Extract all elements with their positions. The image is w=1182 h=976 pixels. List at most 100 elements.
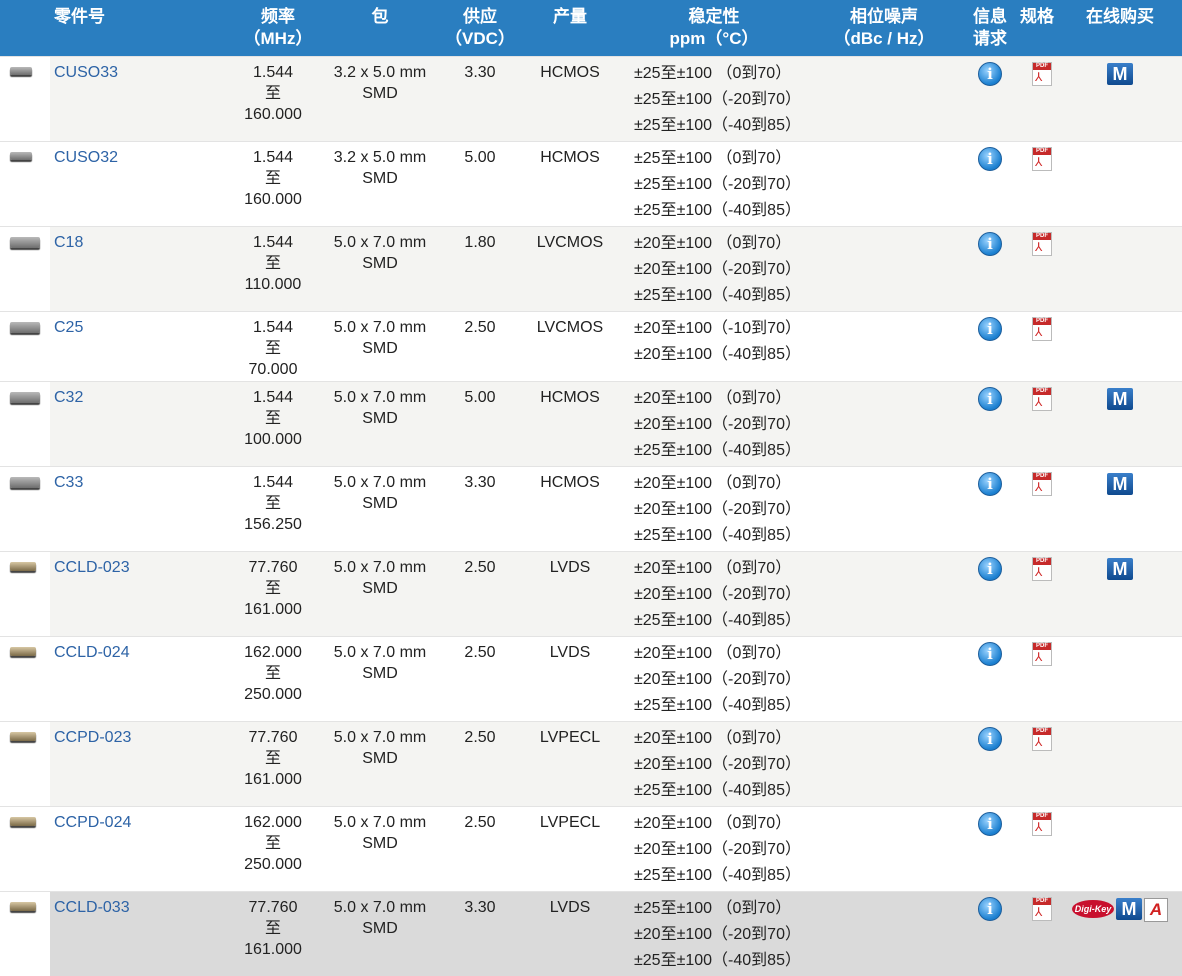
stability-cell: ±20至±100 （0到70） ±20至±100（-20到70） ±25至±100（…	[620, 721, 808, 806]
part-number-cell: CCPD-023	[50, 721, 236, 806]
frequency-line: 161.000	[244, 600, 302, 618]
package-line: 5.0 x 7.0 mm	[333, 728, 427, 746]
frequency-cell: 1.544 至 160.000	[236, 141, 320, 226]
info-icon[interactable]: i	[978, 726, 1002, 751]
pdf-glyph: ⅄	[1035, 479, 1043, 494]
arrow-logo-icon[interactable]: A	[1144, 897, 1168, 922]
pdf-icon[interactable]: PDF ⅄	[1032, 146, 1052, 171]
frequency-line: 250.000	[244, 855, 302, 873]
info-icon[interactable]: i	[978, 641, 1002, 666]
info-request-cell: i	[960, 806, 1020, 891]
supply-voltage-cell: 2.50	[464, 318, 496, 336]
part-number-link[interactable]: CCLD-024	[54, 644, 130, 661]
part-number-link[interactable]: C18	[54, 234, 83, 251]
info-icon[interactable]: i	[978, 231, 1002, 256]
mouser-logo-icon[interactable]: M	[1107, 472, 1133, 495]
buy-online-cell	[1058, 141, 1182, 226]
mouser-logo-icon[interactable]: M	[1107, 62, 1133, 85]
part-number-header[interactable]: 零件号	[50, 0, 236, 56]
package-line: 5.0 x 7.0 mm	[333, 388, 427, 406]
part-number-link[interactable]: C33	[54, 474, 83, 491]
frequency-line: 1.544	[252, 233, 294, 251]
info-request-cell: i	[960, 466, 1020, 551]
stability-line: ±25至±100（-20到70）	[634, 175, 801, 193]
pdf-icon[interactable]: PDF ⅄	[1032, 471, 1052, 496]
package-cell: 5.0 x 7.0 mm SMD	[320, 636, 440, 721]
phase-noise-header[interactable]: 相位噪声 （dBc / Hz）	[808, 0, 960, 56]
info-icon[interactable]: i	[978, 471, 1002, 496]
frequency-line: 1.544	[252, 318, 294, 336]
pdf-band: PDF	[1033, 387, 1051, 395]
pdf-icon[interactable]: PDF ⅄	[1032, 316, 1052, 341]
stability-line: ±20至±100（-20到70）	[634, 840, 801, 858]
frequency-cell: 1.544 至 70.000	[236, 311, 320, 381]
stability-header[interactable]: 稳定性 ppm（°C）	[620, 0, 808, 56]
part-number-cell: C33	[50, 466, 236, 551]
part-number-link[interactable]: CCLD-033	[54, 899, 130, 916]
stability-line: ±25至±100（-40到85）	[634, 781, 801, 799]
stability-line: ±20至±100（-20到70）	[634, 415, 801, 433]
pdf-icon[interactable]: PDF ⅄	[1032, 641, 1052, 666]
part-number-link[interactable]: CCPD-024	[54, 814, 131, 831]
part-number-link[interactable]: CCPD-023	[54, 729, 131, 746]
part-number-link[interactable]: C25	[54, 319, 83, 336]
product-image-cell	[0, 226, 50, 311]
frequency-header[interactable]: 频率 （MHz）	[236, 0, 320, 56]
info-request-cell: i	[960, 636, 1020, 721]
pdf-icon[interactable]: PDF ⅄	[1032, 386, 1052, 411]
part-number-cell: CUSO32	[50, 141, 236, 226]
output-type-cell: LVCMOS	[520, 226, 620, 311]
info-icon[interactable]: i	[978, 61, 1002, 86]
info-icon[interactable]: i	[978, 316, 1002, 341]
oscillator-chip-icon	[10, 391, 40, 403]
package-line: SMD	[362, 84, 398, 102]
frequency-line: 至	[264, 749, 281, 767]
supply-header[interactable]: 供应 （VDC）	[440, 0, 520, 56]
mouser-logo-icon[interactable]: M	[1116, 897, 1142, 920]
pdf-icon[interactable]: PDF ⅄	[1032, 811, 1052, 836]
pdf-glyph: ⅄	[1035, 394, 1043, 409]
info-icon[interactable]: i	[978, 811, 1002, 836]
info-icon[interactable]: i	[978, 556, 1002, 581]
frequency-line: 77.760	[248, 728, 298, 746]
part-number-cell: CUSO33	[50, 56, 236, 141]
pdf-icon[interactable]: PDF ⅄	[1032, 896, 1052, 921]
info-request-cell: i	[960, 56, 1020, 141]
stability-line: ±20至±100 （0到70）	[634, 644, 792, 662]
image-header	[0, 0, 50, 56]
table-row: CCPD-023 77.760 至 161.000 5.0 x 7.0 mm SMD 2.5…	[0, 721, 1182, 806]
part-number-link[interactable]: C32	[54, 389, 83, 406]
frequency-line: 至	[264, 579, 281, 597]
mouser-logo-icon[interactable]: M	[1107, 557, 1133, 580]
package-cell: 3.2 x 5.0 mm SMD	[320, 141, 440, 226]
frequency-line: 至	[264, 169, 281, 187]
info-icon[interactable]: i	[978, 146, 1002, 171]
pdf-icon[interactable]: PDF ⅄	[1032, 726, 1052, 751]
pdf-icon[interactable]: PDF ⅄	[1032, 231, 1052, 256]
digikey-logo-icon[interactable]: Digi-Key	[1072, 899, 1114, 918]
frequency-line: 至	[264, 339, 281, 357]
pdf-icon[interactable]: PDF ⅄	[1032, 556, 1052, 581]
pdf-band: PDF	[1033, 472, 1051, 480]
part-number-link[interactable]: CCLD-023	[54, 559, 130, 576]
info-icon[interactable]: i	[978, 896, 1002, 921]
part-number-link[interactable]: CUSO33	[54, 64, 118, 81]
mouser-logo-icon[interactable]: M	[1107, 387, 1133, 410]
output-header[interactable]: 产量	[520, 0, 620, 56]
package-header[interactable]: 包	[320, 0, 440, 56]
pdf-band: PDF	[1033, 317, 1051, 325]
buy-online-cell	[1058, 636, 1182, 721]
package-cell: 5.0 x 7.0 mm SMD	[320, 721, 440, 806]
stability-line: ±20至±100 （0到70）	[634, 559, 792, 577]
phase-noise-cell	[808, 226, 960, 311]
pdf-icon[interactable]: PDF ⅄	[1032, 61, 1052, 86]
package-cell: 5.0 x 7.0 mm SMD	[320, 311, 440, 381]
output-type-cell: LVDS	[520, 891, 620, 976]
package-line: SMD	[362, 749, 398, 767]
part-number-link[interactable]: CUSO32	[54, 149, 118, 166]
frequency-cell: 77.760 至 161.000	[236, 891, 320, 976]
phase-noise-cell	[808, 56, 960, 141]
product-image-cell	[0, 141, 50, 226]
info-icon[interactable]: i	[978, 386, 1002, 411]
spec-cell: PDF ⅄	[1020, 466, 1058, 551]
